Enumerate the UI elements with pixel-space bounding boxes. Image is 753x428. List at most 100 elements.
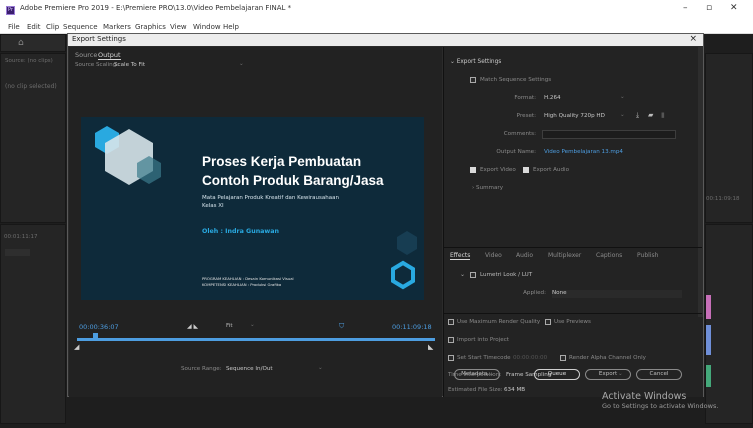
queue-button[interactable]: Queue (534, 369, 580, 380)
close-dialog-icon[interactable]: × (689, 34, 697, 44)
settings-scrollbar[interactable] (698, 47, 703, 257)
maximize-icon[interactable]: ▫ (706, 3, 712, 13)
no-clip-text: (no clip selected) (5, 83, 57, 90)
home-icon[interactable]: ⌂ (18, 38, 24, 48)
menu-edit[interactable]: Edit (27, 23, 41, 31)
settings-icon[interactable]: ⛉ (339, 322, 344, 331)
timeline-clip-pink[interactable] (706, 295, 711, 319)
match-sequence-checkbox[interactable] (470, 77, 476, 83)
dialog-header: Export Settings × (68, 34, 703, 46)
comments-field[interactable] (542, 130, 676, 139)
fit-value: Fit (226, 323, 233, 329)
output-name-link[interactable]: Video Pembelajaran 13.mp4 (544, 149, 623, 155)
close-window-icon[interactable]: ✕ (730, 3, 738, 13)
source-range-value: Sequence In/Out (226, 366, 273, 372)
slide-title-line2: Contoh Produk Barang/Jasa (202, 173, 384, 188)
import-into-project-label: Import into Project (457, 337, 509, 343)
export-audio-checkbox[interactable] (523, 167, 529, 173)
menu-clip[interactable]: Clip (46, 23, 59, 31)
metadata-button[interactable]: Metadata... (454, 369, 500, 380)
video-preview: Proses Kerja Pembuatan Contoh Produk Bar… (81, 117, 424, 300)
windows-activation-watermark: Activate Windows Go to Settings to activ… (602, 391, 718, 410)
menu-help[interactable]: Help (223, 23, 239, 31)
hexagon-dark-shape (397, 231, 417, 255)
output-name-label: Output Name: (496, 149, 536, 155)
preset-value: High Quality 720p HD (544, 113, 605, 119)
summary-toggle[interactable]: › Summary (472, 185, 503, 191)
source-range-bar[interactable] (77, 338, 435, 341)
minimize-icon[interactable]: – (683, 3, 688, 13)
slide-title-line1: Proses Kerja Pembuatan (202, 154, 362, 169)
dialog-title: Export Settings (72, 35, 126, 43)
project-panel: 00:01:11:17 (0, 224, 66, 424)
max-render-quality-label: Use Maximum Render Quality (457, 319, 541, 325)
applied-value: None (552, 290, 567, 296)
watermark-line1: Activate Windows (602, 391, 687, 402)
tab-captions[interactable]: Captions (596, 252, 622, 259)
playhead[interactable] (93, 333, 98, 340)
format-label: Format: (514, 95, 536, 101)
in-point-icon[interactable]: ◢ (74, 343, 79, 351)
menu-file[interactable]: File (8, 23, 20, 31)
chevron-down-icon: ⌄ (460, 271, 466, 278)
current-timecode[interactable]: 00:00:36:07 (79, 323, 119, 331)
program-timecode: 00:11:09:18 (706, 196, 740, 202)
summary-label: Summary (476, 185, 504, 191)
import-into-project-checkbox[interactable] (448, 337, 454, 343)
tab-audio[interactable]: Audio (516, 252, 533, 259)
settings-pane: ⌄ Export Settings Match Sequence Setting… (443, 47, 703, 397)
start-timecode-value[interactable]: 00:00:00:00 (513, 355, 547, 361)
source-range-dropdown[interactable]: Sequence In/Out ⌄ (226, 365, 324, 374)
chevron-down-icon: ⌄ (450, 59, 457, 65)
effects-scrollbar[interactable] (698, 257, 703, 317)
preset-dropdown[interactable]: High Quality 720p HD ⌄ (544, 112, 626, 121)
menu-markers[interactable]: Markers (103, 23, 131, 31)
premiere-app-icon: Pr (6, 6, 15, 15)
source-panel: Source: (no clips) (no clip selected) (0, 53, 66, 223)
source-tab[interactable]: Source: (no clips) (5, 58, 53, 64)
menu-view[interactable]: View (170, 23, 187, 31)
timeline-clip-green[interactable] (706, 365, 711, 387)
menu-sequence[interactable]: Sequence (63, 23, 98, 31)
import-preset-icon[interactable]: ▰ (648, 111, 653, 119)
tab-video[interactable]: Video (485, 252, 502, 259)
project-toolbar (5, 249, 30, 256)
save-preset-icon[interactable]: ⤓ (636, 111, 639, 120)
menu-window[interactable]: Window (193, 23, 221, 31)
tab-source[interactable]: Source (75, 51, 97, 59)
estimated-size-value: 634 MB (504, 387, 526, 393)
cancel-button[interactable]: Cancel (636, 369, 682, 380)
export-button[interactable]: Export (585, 369, 631, 380)
tab-output[interactable]: Output (98, 51, 121, 60)
applied-label: Applied: (523, 290, 546, 296)
delete-preset-icon[interactable]: ▮ (661, 111, 665, 119)
applied-dropdown[interactable]: None (552, 290, 682, 298)
format-dropdown[interactable]: H.264 ⌄ (544, 94, 626, 103)
chevron-down-icon: ⌄ (250, 322, 255, 328)
chevron-down-icon: ⌄ (620, 94, 625, 100)
menu-graphics[interactable]: Graphics (135, 23, 166, 31)
timeline-clip-blue[interactable] (706, 325, 711, 355)
estimated-size-label: Estimated File Size: (448, 387, 503, 393)
use-previews-checkbox[interactable] (545, 319, 551, 325)
out-point-icon[interactable]: ◣ (428, 343, 433, 351)
export-settings-section[interactable]: ⌄ Export Settings (450, 59, 501, 65)
fit-dropdown[interactable]: Fit ⌄ (226, 322, 276, 331)
lumetri-checkbox[interactable] (470, 272, 476, 278)
program-panel: 00:11:09:18 (705, 53, 753, 223)
render-alpha-label: Render Alpha Channel Only (569, 355, 646, 361)
export-video-checkbox[interactable] (470, 167, 476, 173)
tab-multiplexer[interactable]: Multiplexer (548, 252, 581, 259)
title-bar: Pr Adobe Premiere Pro 2019 - E:\Premiere… (0, 0, 753, 22)
start-timecode-checkbox[interactable] (448, 355, 454, 361)
source-scaling-dropdown[interactable]: Scale To Fit ⌄ (114, 61, 244, 70)
tab-effects[interactable]: Effects (450, 252, 471, 260)
watermark-line2: Go to Settings to activate Windows. (602, 402, 719, 410)
use-previews-label: Use Previews (554, 319, 591, 325)
end-timecode: 00:11:09:18 (392, 323, 432, 331)
max-render-quality-checkbox[interactable] (448, 319, 454, 325)
chevron-down-icon: ⌄ (318, 365, 323, 371)
tab-publish[interactable]: Publish (637, 252, 658, 259)
mark-in-icon[interactable]: ◢ ◣ (187, 323, 198, 330)
render-alpha-checkbox[interactable] (560, 355, 566, 361)
